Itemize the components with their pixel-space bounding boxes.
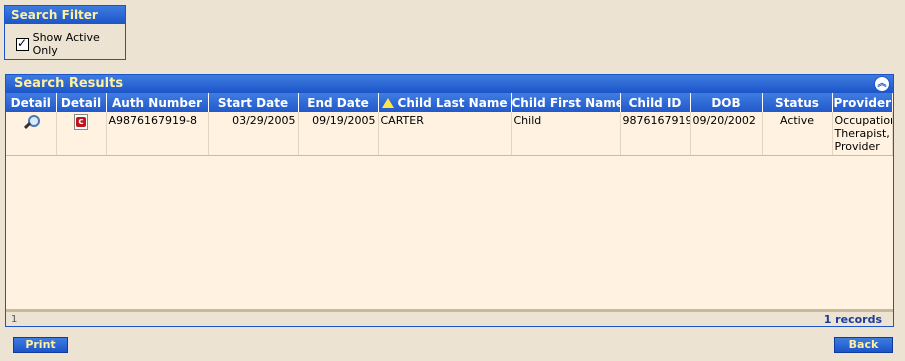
cell-provider: Occupational Therapist, Provider: [832, 112, 893, 156]
col-header-detail-2[interactable]: Detail: [56, 93, 107, 112]
cell-child-last-name: CARTER: [378, 112, 512, 156]
col-header-child-last-name[interactable]: Child Last Name: [378, 93, 512, 112]
cell-detail-2: c: [56, 112, 107, 156]
cell-dob: 09/20/2002: [690, 112, 763, 156]
col-header-child-last-name-label: Child Last Name: [397, 95, 508, 110]
col-header-end-date[interactable]: End Date: [298, 93, 379, 112]
table-header-row: Detail Detail Auth Number Start Date End…: [6, 93, 892, 112]
cell-child-id: 9876167919: [620, 112, 691, 156]
cell-end-date: 09/19/2005: [298, 112, 379, 156]
show-active-label[interactable]: Show Active Only: [33, 31, 125, 57]
double-chevron-up-icon[interactable]: ︽: [874, 76, 890, 92]
results-table: Detail Detail Auth Number Start Date End…: [6, 93, 893, 156]
cell-child-first-name: Child: [511, 112, 621, 156]
show-active-row: ✓ Show Active Only: [5, 24, 125, 57]
cell-auth-number: A9876167919-8: [106, 112, 209, 156]
col-header-dob[interactable]: DOB: [690, 93, 763, 112]
sort-ascending-icon: [381, 97, 394, 108]
cell-status: Active: [762, 112, 833, 156]
magnifier-icon[interactable]: [23, 114, 40, 130]
record-count: 1 records: [823, 312, 882, 326]
col-header-status[interactable]: Status: [762, 93, 833, 112]
search-filter-panel: Search Filter ✓ Show Active Only: [4, 5, 126, 60]
search-filter-title: Search Filter: [5, 6, 125, 24]
cell-start-date: 03/29/2005: [208, 112, 299, 156]
col-header-provider[interactable]: Provider: [832, 93, 892, 112]
col-header-auth-number[interactable]: Auth Number: [106, 93, 209, 112]
col-header-detail[interactable]: Detail: [6, 93, 57, 112]
search-results-panel: Search Results ︽ Detail Detail Auth Numb…: [5, 74, 894, 327]
results-footer: 1 1 records: [6, 309, 893, 326]
page-number[interactable]: 1: [6, 314, 17, 325]
col-header-child-first-name[interactable]: Child First Name: [511, 93, 621, 112]
cell-detail: [6, 112, 57, 156]
checkmark-icon: ✓: [17, 35, 28, 50]
back-button[interactable]: Back: [834, 337, 893, 353]
show-active-checkbox[interactable]: ✓: [16, 35, 29, 51]
search-results-title: Search Results: [14, 76, 124, 91]
search-results-header: Search Results ︽: [6, 75, 893, 93]
document-c-icon[interactable]: c: [74, 114, 88, 130]
print-button[interactable]: Print: [13, 337, 68, 353]
col-header-child-id[interactable]: Child ID: [620, 93, 691, 112]
table-row: c A9876167919-8 03/29/2005 09/19/2005 CA…: [6, 112, 893, 156]
col-header-start-date[interactable]: Start Date: [208, 93, 299, 112]
